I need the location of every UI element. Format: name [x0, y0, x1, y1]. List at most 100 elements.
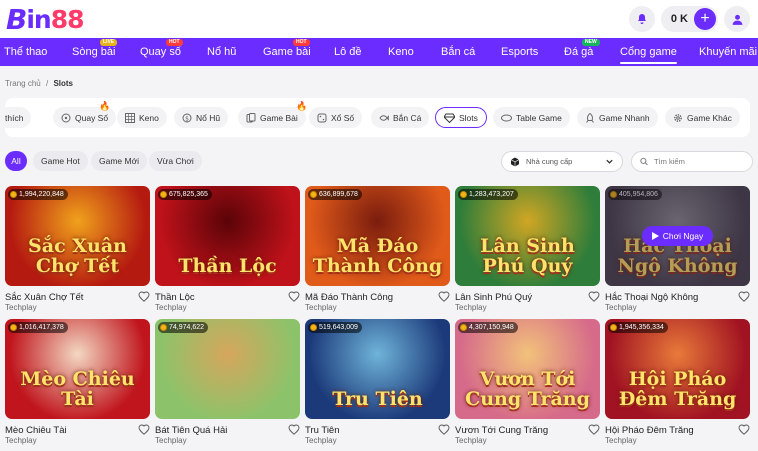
game-name[interactable]: Hắc Thoại Ngộ Không: [605, 292, 698, 303]
game-name[interactable]: Hội Pháo Đêm Trăng: [605, 425, 694, 436]
game-thumbnail[interactable]: Thần Lộc 675,825,365: [155, 186, 300, 286]
category-label: Game Khác: [687, 112, 732, 123]
favorite-heart-icon[interactable]: [588, 291, 600, 303]
favorite-heart-icon[interactable]: [138, 424, 150, 436]
breadcrumb-home[interactable]: Trang chủ: [5, 79, 41, 88]
jackpot-amount: 74,974,622: [169, 324, 205, 331]
jackpot-amount: 519,643,009: [319, 324, 358, 331]
category-xo-so[interactable]: Xổ Số: [309, 107, 363, 128]
category-label: Bắn Cá: [393, 112, 422, 123]
balance-pill[interactable]: 0 K +: [660, 6, 718, 32]
nav-item-song-bai[interactable]: Sòng bài LIVE: [72, 38, 118, 66]
nav-item-cong-game[interactable]: Cổng game: [620, 38, 677, 66]
game-thumbnail[interactable]: Tru Tiên 519,643,009: [305, 319, 450, 419]
game-name[interactable]: Mã Đáo Thành Công: [305, 292, 393, 303]
game-card[interactable]: Mã Đáo Thành Công 636,899,678 Mã Đáo Thà…: [305, 186, 450, 312]
game-name[interactable]: Vươn Tới Cung Trăng: [455, 425, 548, 436]
favorite-heart-icon[interactable]: [438, 424, 450, 436]
nav-item-the-thao[interactable]: Thể thao: [4, 38, 47, 66]
jar-icon: $: [182, 113, 192, 122]
favorite-heart-icon[interactable]: [588, 424, 600, 436]
category-ban-ca[interactable]: Bắn Cá: [371, 107, 430, 128]
game-name[interactable]: Sắc Xuân Chợ Tết: [5, 292, 83, 303]
category-slots[interactable]: Slots: [435, 107, 487, 128]
game-name[interactable]: Mèo Chiêu Tài: [5, 425, 67, 436]
nav-item-khuyen-mai[interactable]: Khuyến mãi: [699, 38, 757, 66]
game-art-title: Mèo Chiêu Tài: [20, 368, 135, 410]
game-name[interactable]: Tru Tiên: [305, 425, 340, 436]
game-art-title: Sắc Xuân Chợ Tết: [28, 235, 127, 277]
deposit-plus-icon[interactable]: +: [694, 8, 716, 30]
game-art-title: Tru Tiên: [332, 388, 423, 410]
game-thumbnail[interactable]: Mã Đáo Thành Công 636,899,678: [305, 186, 450, 286]
game-card[interactable]: Hắc Thoại Ngộ Không 405,954,806 Chơi Nga…: [605, 186, 750, 312]
game-provider: Techplay: [155, 436, 187, 445]
category-table-game[interactable]: Table Game: [493, 107, 570, 128]
nav-item-no-hu[interactable]: Nổ hũ: [207, 38, 236, 66]
jackpot-badge: 1,016,417,378: [8, 322, 68, 333]
coin-icon: [10, 191, 17, 198]
search-box[interactable]: [631, 151, 753, 172]
jackpot-amount: 1,283,473,207: [469, 191, 514, 198]
game-card[interactable]: 74,974,622 Bát Tiên Quá Hải Techplay: [155, 319, 300, 445]
favorite-heart-icon[interactable]: [138, 291, 150, 303]
filter-vua-choi[interactable]: Vừa Chơi: [149, 151, 202, 171]
bin88-logo[interactable]: Bin 88: [6, 3, 85, 36]
nav-item-da-ga[interactable]: Đá gà NEW: [564, 38, 600, 66]
category-game-nhanh[interactable]: Game Nhanh: [577, 107, 658, 128]
game-thumbnail[interactable]: Vươn Tới Cung Trăng 4,307,150,948: [455, 319, 600, 419]
category-game-khac[interactable]: Game Khác: [665, 107, 740, 128]
filter-all[interactable]: All: [5, 151, 27, 171]
game-name[interactable]: Bát Tiên Quá Hải: [155, 425, 227, 436]
game-thumbnail[interactable]: 74,974,622: [155, 319, 300, 419]
favorite-heart-icon[interactable]: [738, 291, 750, 303]
category-favorite[interactable]: thích: [5, 107, 32, 128]
nav-item-lo-de[interactable]: Lô đề: [334, 38, 362, 66]
favorite-heart-icon[interactable]: [288, 424, 300, 436]
game-thumbnail[interactable]: Hắc Thoại Ngộ Không 405,954,806 Chơi Nga…: [605, 186, 750, 286]
game-name[interactable]: Lân Sinh Phú Quý: [455, 292, 532, 303]
nav-item-game-bai[interactable]: Game bài HOT: [263, 38, 311, 66]
favorite-heart-icon[interactable]: [438, 291, 450, 303]
game-card[interactable]: Tru Tiên 519,643,009 Tru Tiên Techplay: [305, 319, 450, 445]
notification-bell-icon[interactable]: [628, 6, 655, 32]
game-thumbnail[interactable]: Lân Sinh Phú Quý 1,283,473,207: [455, 186, 600, 286]
nav-item-keno[interactable]: Keno: [388, 38, 414, 66]
jackpot-badge: 1,283,473,207: [458, 189, 518, 200]
game-name[interactable]: Thần Lộc: [155, 292, 195, 303]
filter-game-moi[interactable]: Game Mới: [91, 151, 148, 171]
game-card[interactable]: Lân Sinh Phú Quý 1,283,473,207 Lân Sinh …: [455, 186, 600, 312]
game-card[interactable]: Vươn Tới Cung Trăng 4,307,150,948 Vươn T…: [455, 319, 600, 445]
game-card[interactable]: Thần Lộc 675,825,365 Thần Lộc Techplay: [155, 186, 300, 312]
game-card[interactable]: Mèo Chiêu Tài 1,016,417,378 Mèo Chiêu Tà…: [5, 319, 150, 445]
nav-item-quay-so[interactable]: Quay số HOT: [140, 38, 183, 66]
filter-game-hot[interactable]: Game Hot: [33, 151, 88, 171]
category-quay-so[interactable]: Quay Số 🔥: [53, 101, 117, 128]
game-thumbnail[interactable]: Hội Pháo Đêm Trăng 1,945,356,334: [605, 319, 750, 419]
category-game-bai[interactable]: Game Bài 🔥: [238, 101, 307, 128]
category-keno[interactable]: Keno: [117, 107, 167, 128]
svg-text:$: $: [185, 115, 189, 122]
game-thumbnail[interactable]: Sắc Xuân Chợ Tết 1,994,220,848: [5, 186, 150, 286]
favorite-heart-icon[interactable]: [738, 424, 750, 436]
category-label: Table Game: [516, 112, 562, 123]
category-label: Slots: [459, 112, 478, 123]
provider-select-value: Nhà cung cấp: [526, 157, 573, 166]
jackpot-amount: 1,016,417,378: [19, 324, 64, 331]
favorite-heart-icon[interactable]: [288, 291, 300, 303]
breadcrumb-current: Slots: [53, 79, 73, 88]
nav-item-esports[interactable]: Esports: [501, 38, 538, 66]
category-no-hu[interactable]: $ Nổ Hũ: [174, 107, 229, 128]
game-thumbnail[interactable]: Mèo Chiêu Tài 1,016,417,378: [5, 319, 150, 419]
jackpot-badge: 1,945,356,334: [608, 322, 668, 333]
nav-item-ban-ca[interactable]: Bắn cá: [441, 38, 475, 66]
user-avatar-icon[interactable]: [724, 6, 750, 32]
jackpot-amount: 675,825,365: [169, 191, 208, 198]
lottery-icon: [61, 113, 71, 122]
game-card[interactable]: Sắc Xuân Chợ Tết 1,994,220,848 Sắc Xuân …: [5, 186, 150, 312]
game-art-title: Lân Sinh Phú Quý: [480, 235, 575, 277]
game-card[interactable]: Hội Pháo Đêm Trăng 1,945,356,334 Hội Phá…: [605, 319, 750, 445]
search-input[interactable]: [654, 157, 744, 166]
provider-select[interactable]: Nhà cung cấp: [501, 151, 623, 172]
play-now-button[interactable]: Chơi Ngay: [641, 226, 714, 246]
